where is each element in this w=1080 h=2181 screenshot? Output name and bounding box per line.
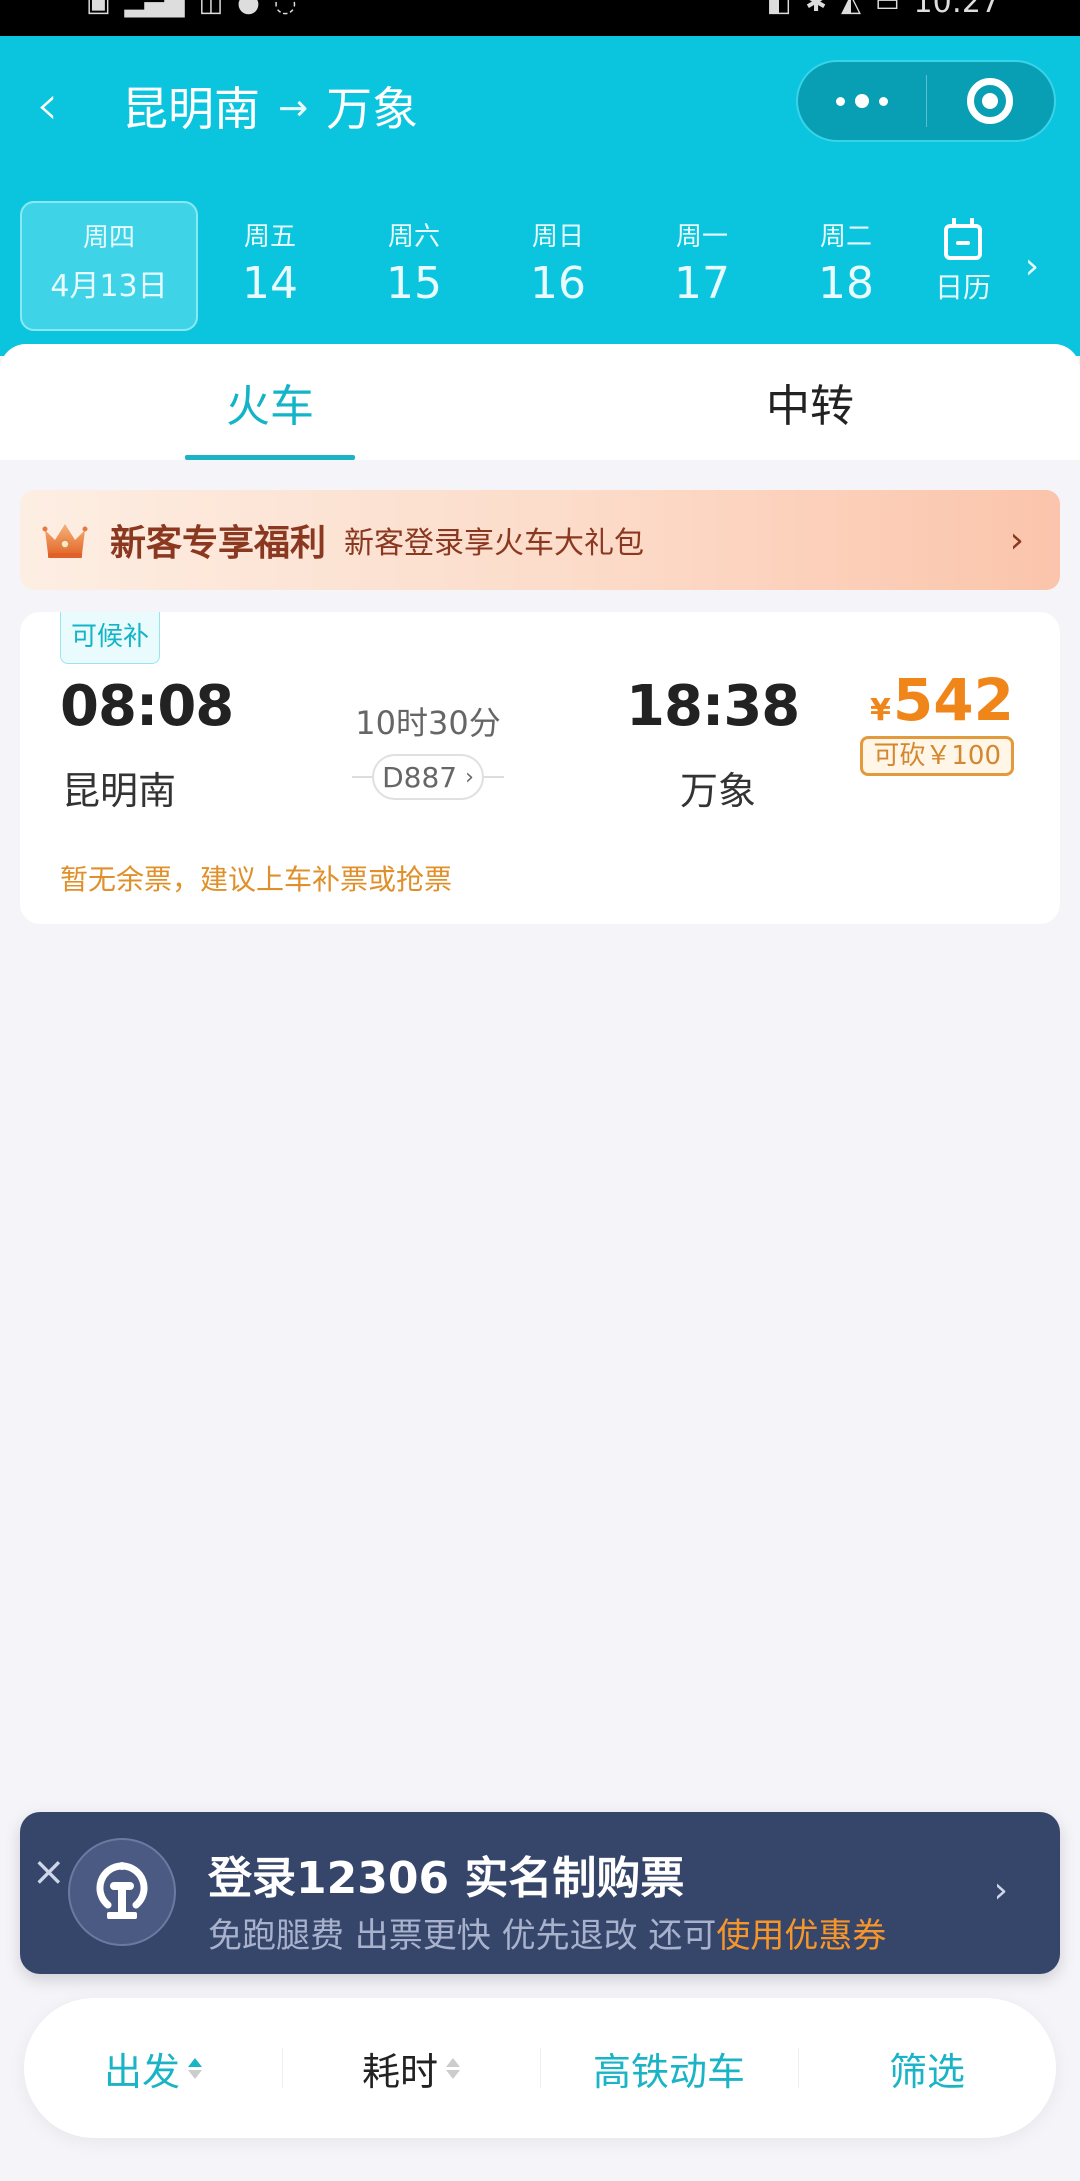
departure-station: 昆明南 xyxy=(62,769,177,813)
mute-icon: ◭ xyxy=(840,0,861,18)
sort-ascending-icon xyxy=(188,2057,202,2079)
departure-time: 08:08 xyxy=(60,674,234,739)
nfc-icon: ◧ xyxy=(766,0,792,18)
travel-duration: 10时30分 xyxy=(355,704,501,742)
signal-icon: ▂▄▆ xyxy=(124,0,185,18)
sort-by-duration-button[interactable]: 耗时 xyxy=(282,1998,540,2138)
tab-train[interactable]: 火车 xyxy=(0,344,540,460)
back-button[interactable]: ‹ xyxy=(36,78,76,138)
price-amount: 542 xyxy=(892,666,1014,734)
date-label: 17 xyxy=(674,258,730,309)
coupon-highlight: 使用优惠券 xyxy=(716,1916,887,1956)
sort-by-departure-button[interactable]: 出发 xyxy=(24,1998,282,2138)
new-user-promo-banner[interactable]: 新客专享福利 新客登录享火车大礼包 › xyxy=(20,490,1060,590)
sort-departure-label: 出发 xyxy=(103,2049,180,2094)
ticket-price: ¥ 542 xyxy=(870,666,1014,734)
arrival-station: 万象 xyxy=(680,769,757,813)
destination-station: 万象 xyxy=(326,82,419,136)
promo-subtitle: 新客登录享火车大礼包 xyxy=(344,526,645,561)
promo-title: 新客专享福利 xyxy=(110,523,327,564)
route-title: 昆明南 → 万象 xyxy=(122,74,418,144)
train-number: D887 xyxy=(382,760,458,794)
train-result-card[interactable]: 可候补 08:08 昆明南 10时30分 D887 › 18:38 万象 ¥ 5… xyxy=(20,612,1060,924)
close-mini-program-button[interactable] xyxy=(927,62,1055,140)
chat-icon: ● xyxy=(237,0,260,18)
no-ticket-notice: 暂无余票，建议上车补票或抢票 xyxy=(60,863,453,896)
currency-symbol: ¥ xyxy=(870,693,891,728)
sort-duration-label: 耗时 xyxy=(361,2049,438,2094)
status-icons-right: ◧ ✱ ◭ ▭ 10:27 xyxy=(767,0,1000,18)
sim-icon: ▣ xyxy=(86,0,111,18)
login-title: 登录12306 实名制购票 xyxy=(208,1853,685,1904)
calendar-button[interactable]: 日历 xyxy=(918,201,1008,331)
sync-icon: ◌ xyxy=(273,0,297,18)
date-label: 18 xyxy=(818,258,874,309)
high-speed-label: 高铁动车 xyxy=(592,2049,745,2094)
more-button[interactable] xyxy=(798,62,926,140)
date-selector: 周四 4月13日 周五 14 周六 15 周日 16 周一 17 周二 18 日… xyxy=(20,198,1080,334)
day-of-week: 周六 xyxy=(387,222,440,252)
filter-button[interactable]: 筛选 xyxy=(798,1998,1056,2138)
chevron-right-icon: › xyxy=(993,1870,1008,1911)
date-item-selected[interactable]: 周四 4月13日 xyxy=(20,201,198,331)
login-benefits: 免跑腿费 出票更快 优先退改 还可 xyxy=(208,1916,717,1956)
day-of-week: 周四 xyxy=(82,223,135,253)
filter-label: 筛选 xyxy=(888,2049,965,2094)
route-arrow-icon: → xyxy=(278,88,309,129)
mode-tabs: 火车 中转 xyxy=(0,344,1080,460)
bluetooth-icon: ✱ xyxy=(805,0,827,18)
day-of-week: 周一 xyxy=(675,222,728,252)
chevron-left-icon: ‹ xyxy=(36,73,59,138)
date-label: 16 xyxy=(530,258,586,309)
day-of-week: 周五 xyxy=(243,222,296,252)
origin-station: 昆明南 xyxy=(122,82,260,136)
header: ‹ 昆明南 → 万象 周四 4月13日 周五 14 周六 15 周日 16 周一… xyxy=(0,36,1080,356)
close-icon[interactable]: × xyxy=(32,1852,66,1892)
date-label: 15 xyxy=(386,258,442,309)
china-railway-logo-icon xyxy=(68,1838,176,1946)
more-dots-icon xyxy=(835,94,888,108)
chevron-right-icon: › xyxy=(465,764,474,790)
date-label: 4月13日 xyxy=(50,269,168,304)
mini-program-capsule xyxy=(796,60,1056,142)
login-12306-banner[interactable]: × 登录12306 实名制购票 免跑腿费 出票更快 优先退改 还可使用优惠券 › xyxy=(20,1812,1060,1974)
discount-badge: 可砍￥100 xyxy=(860,736,1014,776)
sort-icon xyxy=(446,2057,460,2079)
chevron-right-icon[interactable]: › xyxy=(1012,246,1052,287)
status-icons-left: ▣ ▂▄▆ ◫ ● ◌ xyxy=(86,0,297,18)
date-label: 14 xyxy=(242,258,298,309)
high-speed-filter-button[interactable]: 高铁动车 xyxy=(540,1998,798,2138)
battery-icon: ▭ xyxy=(874,0,900,18)
arrival-time: 18:38 xyxy=(626,674,800,739)
login-subtitle: 免跑腿费 出票更快 优先退改 还可使用优惠券 xyxy=(208,1908,886,1957)
date-item[interactable]: 周六 15 xyxy=(342,201,486,331)
day-of-week: 周日 xyxy=(531,222,584,252)
date-item[interactable]: 周二 18 xyxy=(774,201,918,331)
calendar-icon xyxy=(944,218,982,260)
target-circle-icon xyxy=(967,78,1014,124)
waitlist-badge: 可候补 xyxy=(60,612,161,664)
train-number-button[interactable]: D887 › xyxy=(372,754,484,800)
clock: 10:27 xyxy=(913,0,1000,20)
sort-filter-bar: 出发 耗时 高铁动车 筛选 xyxy=(24,1998,1056,2138)
date-item[interactable]: 周日 16 xyxy=(486,201,630,331)
date-item[interactable]: 周五 14 xyxy=(198,201,342,331)
tab-transfer[interactable]: 中转 xyxy=(540,344,1080,460)
date-item[interactable]: 周一 17 xyxy=(630,201,774,331)
day-of-week: 周二 xyxy=(819,222,872,252)
chevron-right-icon: › xyxy=(1009,519,1024,561)
notification-icon: ◫ xyxy=(198,0,224,18)
status-bar: ▣ ▂▄▆ ◫ ● ◌ ◧ ✱ ◭ ▭ 10:27 xyxy=(0,0,1080,36)
crown-icon xyxy=(42,520,88,560)
calendar-label: 日历 xyxy=(934,271,991,304)
